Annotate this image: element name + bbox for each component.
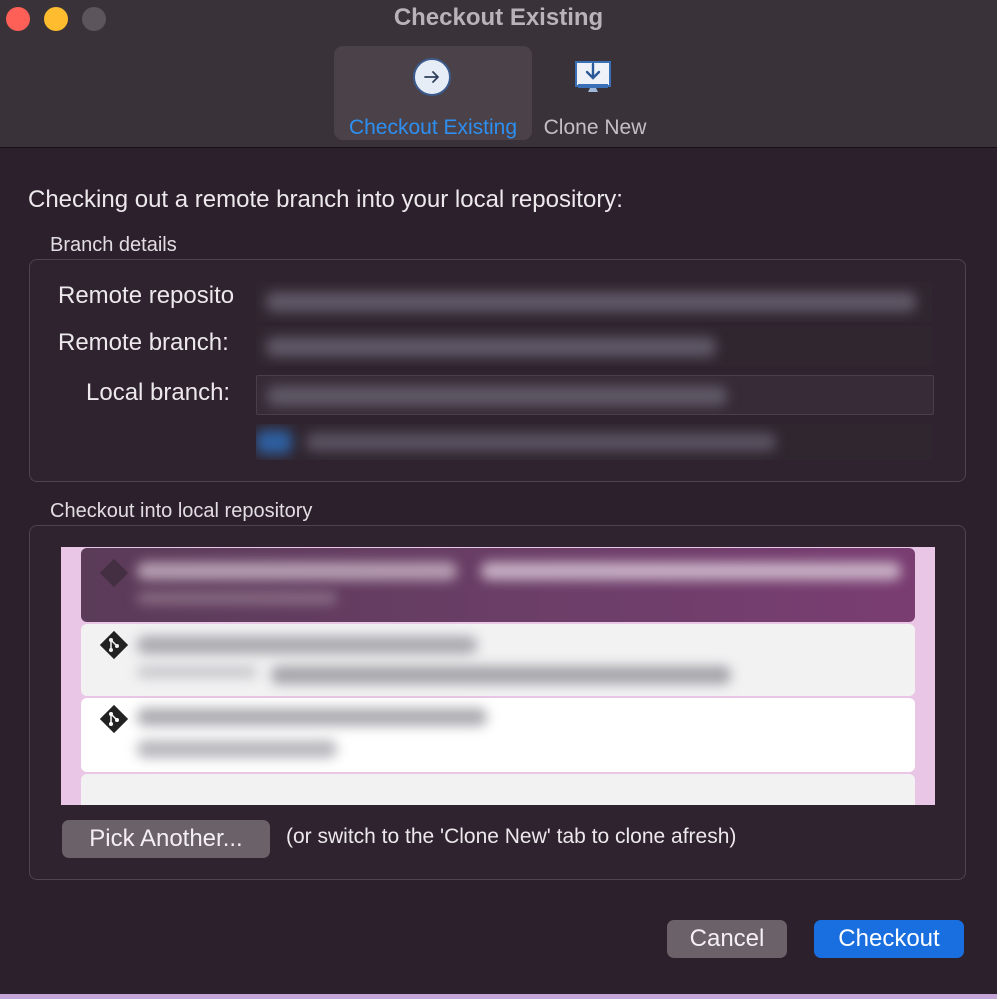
git-icon: [99, 558, 129, 588]
local-branch-label: Local branch:: [86, 379, 231, 406]
toolbar: Checkout Existing Checkout Existing Clon…: [0, 0, 997, 148]
pick-another-button[interactable]: Pick Another...: [62, 820, 270, 858]
checkout-dialog: Checkout Existing Checkout Existing Clon…: [0, 0, 997, 999]
tab-clone-new[interactable]: Clone New: [532, 46, 658, 140]
remote-branch-label: Remote branch:: [58, 329, 229, 356]
repository-list[interactable]: [61, 547, 935, 805]
local-repository-label: Checkout into local repository: [50, 500, 313, 522]
tab-checkout-existing-label: Checkout Existing: [348, 116, 518, 139]
pick-another-hint: (or switch to the 'Clone New' tab to clo…: [286, 825, 737, 848]
tab-clone-new-label: Clone New: [543, 116, 647, 139]
track-remote-checkbox-row[interactable]: [256, 424, 932, 460]
branch-details-group: Remote reposito Remote branch: Local bra…: [29, 259, 966, 482]
git-icon: [99, 630, 129, 660]
branch-details-label: Branch details: [50, 234, 177, 256]
track-remote-checkbox[interactable]: [256, 430, 292, 454]
list-item[interactable]: [81, 774, 915, 805]
list-item[interactable]: [81, 548, 915, 622]
download-tray-icon: [574, 58, 614, 94]
local-branch-input[interactable]: [256, 375, 934, 415]
window-bottom-edge: [0, 994, 997, 999]
remote-repository-value: [256, 282, 932, 322]
remote-branch-value: [256, 326, 932, 366]
cancel-button[interactable]: Cancel: [667, 920, 787, 958]
git-icon: [99, 704, 129, 734]
window-title: Checkout Existing: [393, 4, 604, 31]
checkout-button[interactable]: Checkout: [814, 920, 964, 958]
arrow-right-circle-icon: [413, 58, 451, 96]
list-item[interactable]: [81, 698, 915, 772]
remote-repository-label: Remote reposito: [58, 282, 235, 309]
tab-checkout-existing[interactable]: Checkout Existing: [334, 46, 532, 140]
page-heading: Checking out a remote branch into your l…: [28, 186, 623, 213]
list-item[interactable]: [81, 624, 915, 696]
